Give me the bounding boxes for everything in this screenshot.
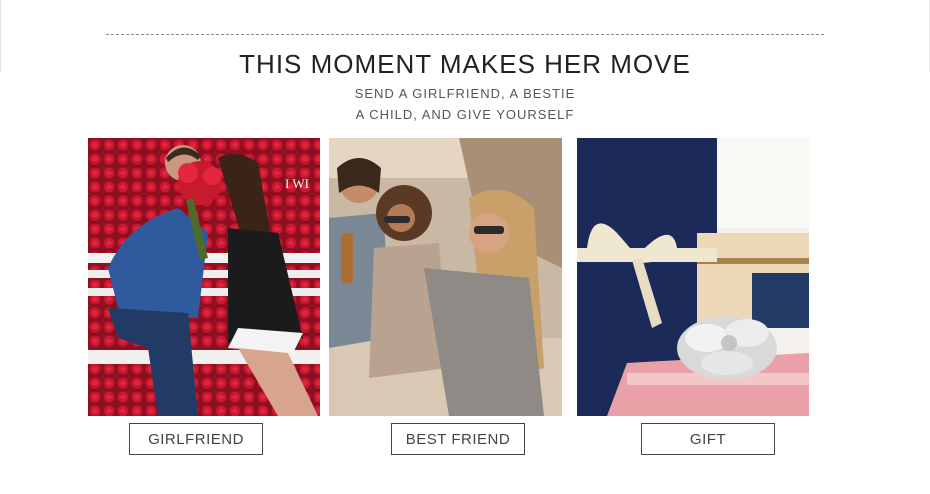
section-subtitle-line-1: SEND A GIRLFRIEND, A BESTIE	[354, 86, 576, 101]
section-subtitle-line-2: A CHILD, AND GIVE YOURSELF	[355, 107, 575, 122]
gift-photo[interactable]	[577, 138, 809, 416]
gift-button[interactable]: GIFT	[641, 423, 775, 455]
section-title: THIS MOMENT MAKES HER MOVE	[239, 49, 691, 79]
best-friend-button[interactable]: BEST FRIEND	[391, 423, 525, 455]
girlfriend-button[interactable]: GIRLFRIEND	[129, 423, 263, 455]
best-friend-photo[interactable]	[329, 138, 562, 416]
girlfriend-photo[interactable]: I WI	[88, 138, 320, 416]
dashed-divider	[106, 34, 824, 35]
photo-sign-text: I WI	[285, 176, 309, 191]
